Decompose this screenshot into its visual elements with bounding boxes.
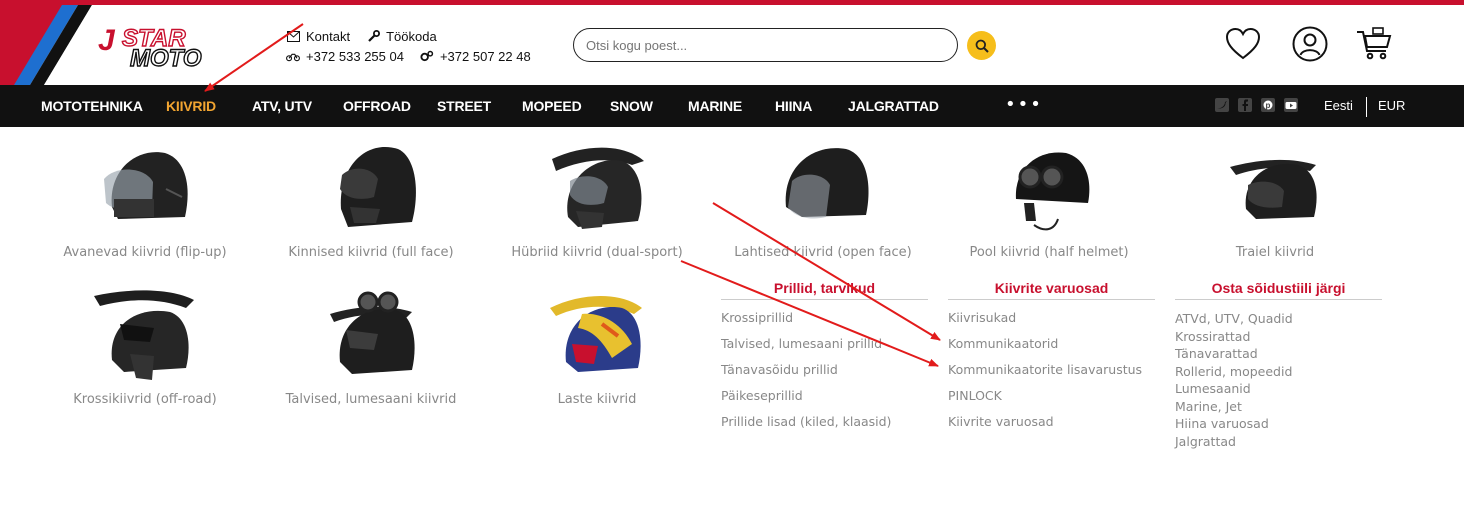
- kids-helmet-image: [542, 284, 652, 384]
- facebook-icon[interactable]: [1238, 98, 1252, 112]
- nav-item-marine[interactable]: MARINE: [688, 85, 742, 127]
- nav-more-button[interactable]: •••: [1005, 85, 1043, 127]
- category-off-road[interactable]: Krossikiivrid (off-road): [32, 284, 258, 407]
- category-open-face[interactable]: Lahtised kiivrid (open face): [710, 137, 936, 260]
- workshop-link[interactable]: Töökoda: [386, 29, 437, 44]
- menu-item-lumesaanid[interactable]: Lumesaanid: [1175, 381, 1382, 399]
- category-dual-sport[interactable]: Hübriid kiivrid (dual-sport): [484, 137, 710, 260]
- contact-link[interactable]: Kontakt: [306, 29, 350, 44]
- category-half-helmet[interactable]: Pool kiivrid (half helmet): [936, 137, 1162, 260]
- svg-text:MOTO: MOTO: [130, 45, 202, 72]
- cart-button[interactable]: [1356, 26, 1392, 62]
- nav-item-kiivrid[interactable]: KIIVRID: [166, 85, 216, 127]
- flip-up-helmet-image: [90, 137, 200, 237]
- nav-item-snow[interactable]: SNOW: [610, 85, 653, 127]
- category-label: Kinnised kiivrid (full face): [288, 245, 454, 260]
- account-button[interactable]: [1292, 26, 1328, 62]
- user-icon: [1292, 26, 1328, 62]
- category-winter[interactable]: Talvised, lumesaani kiivrid: [258, 284, 484, 407]
- category-trial[interactable]: Traiel kiivrid: [1162, 137, 1388, 260]
- menu-item-rollerid[interactable]: Rollerid, mopeedid: [1175, 364, 1382, 382]
- nav-item-mopeed[interactable]: MOPEED: [522, 85, 582, 127]
- search-icon: [975, 39, 989, 53]
- star-moto-logo[interactable]: J STAR MOTO: [0, 0, 282, 85]
- category-kids[interactable]: Laste kiivrid: [484, 284, 710, 407]
- page: J STAR MOTO Kontakt Töökoda +372 533 255…: [0, 0, 1464, 521]
- contact-block: Kontakt Töökoda +372 533 255 04 +372 507…: [286, 26, 541, 66]
- nav-item-offroad[interactable]: OFFROAD: [343, 85, 411, 127]
- nav-separator: [1366, 97, 1367, 117]
- category-label: Krossikiivrid (off-road): [73, 392, 217, 407]
- phone-service[interactable]: +372 507 22 48: [440, 49, 531, 64]
- category-label: Laste kiivrid: [557, 392, 637, 407]
- category-label: Lahtised kiivrid (open face): [734, 245, 912, 260]
- language-selector[interactable]: Eesti: [1324, 85, 1353, 127]
- search-input[interactable]: [574, 29, 957, 61]
- column-title[interactable]: Osta sõidustiili järgi: [1175, 280, 1382, 300]
- envelope-icon: [286, 29, 300, 43]
- category-label: Talvised, lumesaani kiivrid: [285, 392, 457, 407]
- category-label: Hübriid kiivrid (dual-sport): [511, 245, 683, 260]
- column-shop-by-style: Osta sõidustiili järgi ATVd, UTV, Quadid…: [1175, 280, 1382, 451]
- menu-item-jalgrattad[interactable]: Jalgrattad: [1175, 434, 1382, 452]
- motorcycle-icon: [286, 49, 300, 63]
- nav-item-hiina[interactable]: HIINA: [775, 85, 812, 127]
- menu-item-krossiprillid[interactable]: Krossiprillid: [721, 310, 928, 336]
- svg-text:p: p: [1266, 101, 1271, 110]
- category-label: Traiel kiivrid: [1235, 245, 1315, 260]
- heart-icon: [1225, 27, 1261, 60]
- menu-item-kommunikaatorid[interactable]: Kommunikaatorid: [948, 336, 1155, 362]
- column-goggles-accessories: Prillid, tarvikud Krossiprillid Talvised…: [721, 280, 928, 440]
- menu-item-pinlock[interactable]: PINLOCK: [948, 388, 1155, 414]
- trial-helmet-image: [1220, 137, 1330, 237]
- menu-item-hiina-varuosad[interactable]: Hiina varuosad: [1175, 416, 1382, 434]
- menu-item-paikeseprillid[interactable]: Päikeseprillid: [721, 388, 928, 414]
- nav-item-street[interactable]: STREET: [437, 85, 491, 127]
- search-button[interactable]: [967, 31, 996, 60]
- column-title[interactable]: Kiivrite varuosad: [948, 280, 1155, 300]
- menu-item-talvised-prillid[interactable]: Talvised, lumesaani prillid: [721, 336, 928, 362]
- wrench-icon: [366, 29, 380, 43]
- cart-icon: [1357, 27, 1392, 60]
- column-helmet-parts: Kiivrite varuosad Kiivrisukad Kommunikaa…: [948, 280, 1155, 440]
- dual-sport-helmet-image: [542, 137, 652, 237]
- search-box: [573, 28, 958, 62]
- nav-item-mototehnika[interactable]: MOTOTEHNIKA: [41, 85, 143, 127]
- half-helmet-image: [994, 137, 1104, 237]
- twitter-icon[interactable]: [1215, 98, 1229, 112]
- menu-item-prillide-lisad[interactable]: Prillide lisad (kiled, klaasid): [721, 414, 928, 440]
- nav-item-atv-utv[interactable]: ATV, UTV: [252, 85, 312, 127]
- category-label: Avanevad kiivrid (flip-up): [63, 245, 227, 260]
- category-full-face[interactable]: Kinnised kiivrid (full face): [258, 137, 484, 260]
- phone-moto[interactable]: +372 533 255 04: [306, 49, 404, 64]
- off-road-helmet-image: [90, 284, 200, 384]
- category-label: Pool kiivrid (half helmet): [969, 245, 1129, 260]
- menu-item-tanavasoidu-prillid[interactable]: Tänavasõidu prillid: [721, 362, 928, 388]
- category-flip-up[interactable]: Avanevad kiivrid (flip-up): [32, 137, 258, 260]
- youtube-icon[interactable]: [1284, 98, 1298, 112]
- nav-item-jalgrattad[interactable]: JALGRATTAD: [848, 85, 939, 127]
- menu-item-krossirattad[interactable]: Krossirattad: [1175, 329, 1382, 347]
- currency-selector[interactable]: EUR: [1378, 85, 1405, 127]
- winter-helmet-image: [316, 284, 426, 384]
- menu-item-kiivrite-varuosad[interactable]: Kiivrite varuosad: [948, 414, 1155, 440]
- gears-icon: [420, 49, 434, 63]
- menu-item-kommunikaatorite-lisavarustus[interactable]: Kommunikaatorite lisavarustus: [948, 362, 1155, 388]
- menu-item-tanavarattad[interactable]: Tänavarattad: [1175, 346, 1382, 364]
- svg-text:J: J: [98, 24, 116, 57]
- menu-item-kiivrisukad[interactable]: Kiivrisukad: [948, 310, 1155, 336]
- menu-item-marine-jet[interactable]: Marine, Jet: [1175, 399, 1382, 417]
- menu-item-atvd[interactable]: ATVd, UTV, Quadid: [1175, 311, 1382, 329]
- pinterest-icon[interactable]: p: [1261, 98, 1275, 112]
- open-face-helmet-image: [768, 137, 878, 237]
- wishlist-button[interactable]: [1225, 26, 1261, 62]
- full-face-helmet-image: [316, 137, 426, 237]
- column-title[interactable]: Prillid, tarvikud: [721, 280, 928, 300]
